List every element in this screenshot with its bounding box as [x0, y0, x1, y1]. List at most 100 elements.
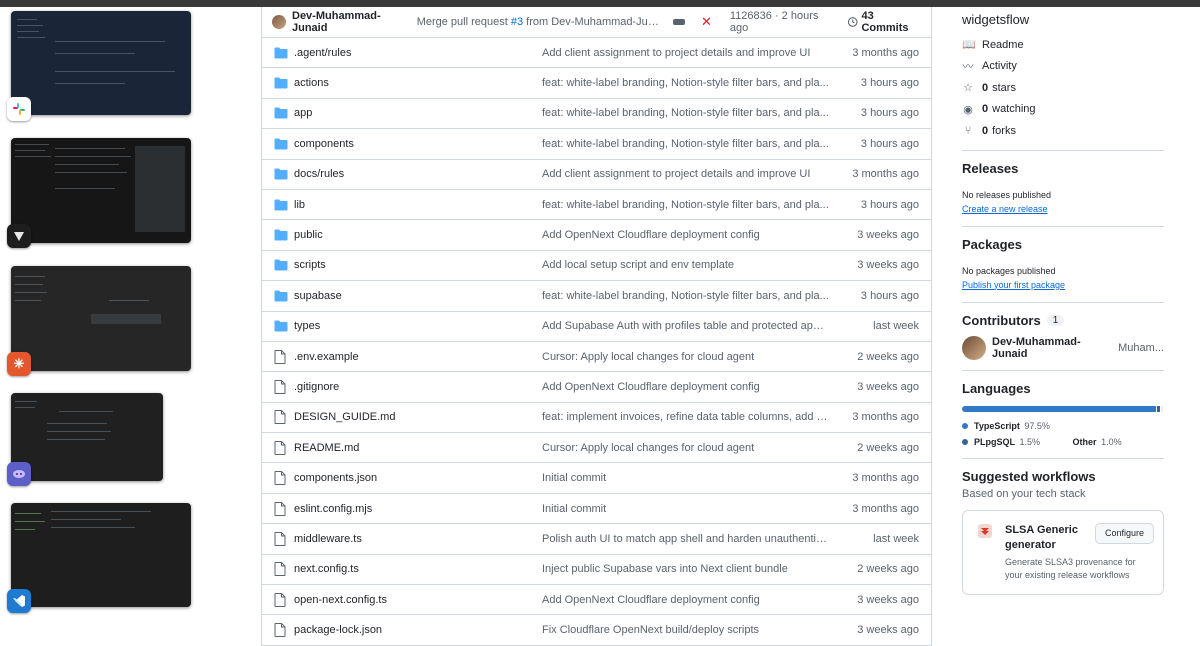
file-name-link[interactable]: supabase [294, 290, 542, 302]
repo-meta-Readme[interactable]: 📖 Readme [962, 34, 1164, 56]
file-icon [274, 410, 288, 425]
commit-age: 3 hours ago [860, 137, 919, 150]
folder-icon [274, 320, 288, 332]
commit-message-link[interactable]: Add client assignment to project details… [542, 168, 830, 180]
language-bar-segment [1157, 405, 1161, 412]
file-name-link[interactable]: scripts [294, 259, 542, 271]
commit-message[interactable]: Merge pull request #3 from Dev-Muhammad-… [417, 16, 664, 28]
commit-message-link[interactable]: Inject public Supabase vars into Next cl… [542, 563, 830, 575]
file-name-link[interactable]: .env.example [294, 351, 542, 363]
commit-message-link[interactable]: Cursor: Apply local changes for cloud ag… [542, 351, 830, 363]
commit-message-link[interactable]: Add OpenNext Cloudflare deployment confi… [542, 229, 830, 241]
table-row: README.md Cursor: Apply local changes for… [262, 433, 931, 464]
contributor-login[interactable]: Dev-Muhammad-Junaid [992, 336, 1115, 360]
commit-age: 3 months ago [852, 168, 919, 181]
table-row: middleware.ts Polish auth UI to match app… [262, 524, 931, 555]
publish-package-link[interactable]: Publish your first package [962, 278, 1164, 292]
commit-message-link[interactable]: feat: white-label branding, Notion-style… [542, 199, 830, 211]
table-row: .env.example Cursor: Apply local changes … [262, 342, 931, 373]
file-name-link[interactable]: next.config.ts [294, 563, 542, 575]
commit-message-suffix: from Dev-Muhammad-Junaid/... [526, 16, 663, 28]
table-row: types Add Supabase Auth with profiles tab… [262, 312, 931, 342]
file-name-link[interactable]: .gitignore [294, 381, 542, 393]
window-thumbnail-claude[interactable] [11, 266, 191, 371]
commit-author[interactable]: Dev-Muhammad-Junaid [292, 10, 411, 34]
commit-message-link[interactable]: Cursor: Apply local changes for cloud ag… [542, 442, 830, 454]
contributor-item[interactable]: Dev-Muhammad-Junaid Muham... [962, 335, 1164, 360]
language-item-typescript[interactable]: TypeScript 97.5% [962, 418, 1164, 434]
cursor-icon[interactable] [7, 224, 31, 248]
file-name-link[interactable]: lib [294, 199, 542, 211]
repo-meta-watching[interactable]: ◉ 0 watching [962, 99, 1164, 121]
table-row: DESIGN_GUIDE.md feat: implement invoices,… [262, 403, 931, 434]
commit-message-link[interactable]: Initial commit [542, 503, 830, 515]
language-item-other[interactable]: Other 1.0% [1073, 437, 1122, 447]
language-item-plpgsql[interactable]: PLpgSQL 1.5% [962, 437, 1040, 447]
avatar[interactable] [272, 15, 286, 29]
language-bar [962, 405, 1164, 412]
file-name-link[interactable]: open-next.config.ts [294, 594, 542, 606]
commits-count: 43 Commits [861, 10, 909, 34]
window-thumbnail-slack[interactable] [11, 11, 191, 115]
contributors-title: Contributors [962, 312, 1041, 328]
repo-meta-forks[interactable]: ⑂ 0 forks [962, 120, 1164, 142]
file-name-link[interactable]: app [294, 107, 542, 119]
pull-request-link[interactable]: #3 [511, 16, 523, 28]
commit-message-link[interactable]: Add local setup script and env template [542, 259, 830, 271]
folder-icon [274, 229, 288, 241]
file-name-link[interactable]: types [294, 320, 542, 332]
file-name-link[interactable]: public [294, 229, 542, 241]
file-name-link[interactable]: components [294, 138, 542, 150]
file-name-link[interactable]: README.md [294, 442, 542, 454]
releases-heading[interactable]: Releases [962, 161, 1164, 176]
claude-icon[interactable]: ✳ [7, 352, 31, 376]
file-name-link[interactable]: components.json [294, 472, 542, 484]
commit-message-link[interactable]: feat: white-label branding, Notion-style… [542, 138, 830, 150]
table-row: components.json Initial commit 3 months ag… [262, 463, 931, 494]
commit-message-link[interactable]: feat: white-label branding, Notion-style… [542, 77, 830, 89]
commit-message-link[interactable]: Add OpenNext Cloudflare deployment confi… [542, 381, 830, 393]
table-row: public Add OpenNext Cloudflare deployment… [262, 220, 931, 251]
contributors-heading[interactable]: Contributors 1 [962, 313, 1164, 328]
window-thumbnail-vscode[interactable] [11, 503, 191, 607]
packages-heading[interactable]: Packages [962, 237, 1164, 252]
packages-title: Packages [962, 236, 1022, 252]
plpgsql-dot [962, 438, 968, 445]
commit-sha[interactable]: 1126836 · 2 hours ago [730, 10, 835, 34]
vscode-icon[interactable] [7, 589, 31, 613]
repo-meta-stars[interactable]: ☆ 0 stars [962, 77, 1164, 99]
failed-checks-icon[interactable]: ✕ [701, 14, 712, 30]
file-name-link[interactable]: eslint.config.mjs [294, 503, 542, 515]
history-icon [847, 17, 858, 27]
file-name-link[interactable]: actions [294, 77, 542, 89]
commit-age: 3 weeks ago [857, 380, 919, 393]
file-name-link[interactable]: middleware.ts [294, 533, 542, 545]
commit-message-link[interactable]: feat: white-label branding, Notion-style… [542, 107, 830, 119]
copilot-icon[interactable] [7, 462, 31, 486]
window-thumbnail-copilot[interactable] [11, 393, 163, 481]
commit-message-link[interactable]: Add Supabase Auth with profiles table an… [542, 320, 830, 332]
create-release-link[interactable]: Create a new release [962, 202, 1164, 216]
commit-message-link[interactable]: Polish auth UI to match app shell and ha… [542, 533, 830, 545]
window-thumbnail-cursor[interactable] [11, 138, 191, 243]
commit-message-link[interactable]: Add OpenNext Cloudflare deployment confi… [542, 594, 830, 606]
commits-link[interactable]: 43 Commits [847, 10, 921, 34]
file-name-link[interactable]: docs/rules [294, 168, 542, 180]
file-name-link[interactable]: .agent/rules [294, 47, 542, 59]
avatar[interactable] [962, 335, 986, 360]
slack-icon[interactable] [7, 97, 31, 121]
workflow-title: SLSA Generic generator [1005, 523, 1078, 551]
file-name-link[interactable]: DESIGN_GUIDE.md [294, 411, 542, 423]
configure-button[interactable]: Configure [1095, 522, 1155, 544]
file-name-link[interactable]: package-lock.json [294, 624, 542, 636]
file-rows: .agent/rules Add client assignment to pro… [262, 38, 931, 646]
commit-message-link[interactable]: Add client assignment to project details… [542, 47, 830, 59]
expand-commit-message-icon[interactable] [673, 19, 685, 25]
commit-message-link[interactable]: feat: implement invoices, refine data ta… [542, 411, 830, 423]
commit-message-link[interactable]: feat: white-label branding, Notion-style… [542, 290, 830, 302]
language-name: PLpgSQL [974, 436, 1015, 447]
table-row: eslint.config.mjs Initial commit 3 months … [262, 494, 931, 525]
commit-message-link[interactable]: Fix Cloudflare OpenNext build/deploy scr… [542, 624, 830, 636]
commit-message-link[interactable]: Initial commit [542, 472, 830, 484]
repo-meta-Activity[interactable]: 〰 Activity [962, 56, 1164, 78]
